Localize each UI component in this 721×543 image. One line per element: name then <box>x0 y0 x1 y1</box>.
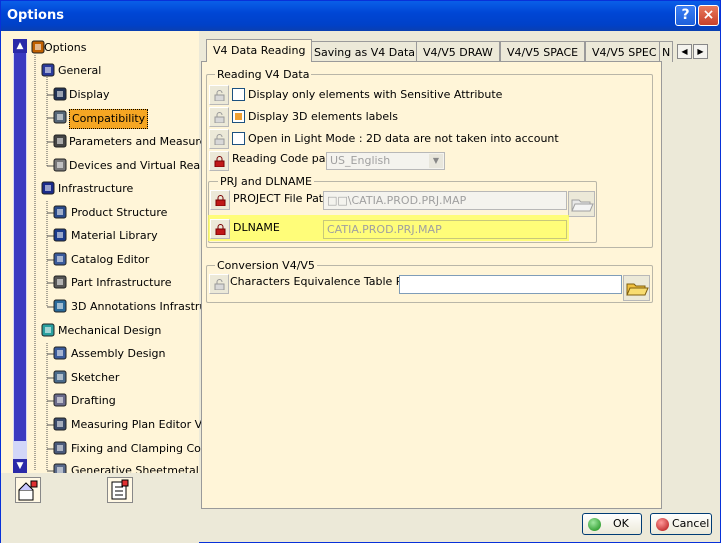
window-title: Options <box>7 8 64 23</box>
list-view-icon[interactable] <box>107 477 133 503</box>
chartable-path-field[interactable] <box>399 275 622 294</box>
general-icon <box>41 63 57 79</box>
tab-v4-data-reading[interactable]: V4 Data Reading <box>206 39 313 62</box>
locked-icon <box>215 224 226 235</box>
title-bar[interactable]: Options ? × <box>1 1 720 31</box>
chevron-down-icon[interactable]: ▼ <box>429 154 443 168</box>
scroll-up-button[interactable]: ▲ <box>13 39 27 53</box>
parameters-icon <box>53 134 69 150</box>
3d-annotations-icon <box>53 299 69 315</box>
dlname-lock-button[interactable] <box>210 219 230 239</box>
unlocked-icon <box>214 134 225 145</box>
tree-item-label: Product Structure <box>71 206 168 219</box>
labels3d-lock-button[interactable] <box>209 107 229 127</box>
catalog-editor-icon <box>53 252 69 268</box>
tree-bottom-toolbar <box>1 473 199 543</box>
scroll-down-button[interactable]: ▼ <box>13 459 27 473</box>
cancel-button[interactable]: Cancel <box>650 513 712 535</box>
prj-dlname-group-title: PRJ and DLNAME <box>218 175 315 188</box>
options-tree: Options General Display Compatibility Parame… <box>1 31 221 477</box>
tree-scrollbar[interactable]: ▲ ▼ <box>13 39 27 473</box>
tree-item-label: 3D Annotations Infrastruct <box>71 300 217 313</box>
codepage-value: US_English <box>330 154 391 167</box>
tree-item-label: General <box>58 64 102 77</box>
tree-item-label: Assembly Design <box>71 347 166 360</box>
lightmode-checkbox[interactable] <box>232 132 245 145</box>
tab-v4v5-spec[interactable]: V4/V5 SPEC <box>585 41 664 62</box>
sensitive-lock-button[interactable] <box>209 85 229 105</box>
display-icon <box>53 87 69 103</box>
ok-icon <box>588 518 601 531</box>
cancel-label: Cancel <box>672 517 710 530</box>
tree-item-label: Measuring Plan Editor V2 <box>71 418 210 431</box>
tree-item-label: Devices and Virtual Reality <box>69 159 218 172</box>
project-file-path-field[interactable]: □□\CATIA.PROD.PRJ.MAP <box>323 191 567 210</box>
measuring-plan-icon <box>53 417 69 433</box>
ok-button[interactable]: OK <box>582 513 642 535</box>
fixing-clamping-icon <box>53 441 69 457</box>
tree-item-label: Part Infrastructure <box>71 276 172 289</box>
tree-view-icon[interactable] <box>15 477 41 503</box>
tree-item-label: Mechanical Design <box>58 324 162 337</box>
help-button[interactable]: ? <box>675 5 696 26</box>
tree-item-label: Parameters and Measure <box>69 135 207 148</box>
tree-item-label: Options <box>44 41 87 54</box>
tab-scroll-left-button[interactable]: ◀ <box>677 44 692 59</box>
locked-icon <box>214 156 225 167</box>
project-lock-button[interactable] <box>210 190 230 210</box>
unlocked-icon <box>214 112 225 123</box>
project-file-path-label: PROJECT File Path <box>233 192 331 205</box>
dlname-field[interactable]: CATIA.PROD.PRJ.MAP <box>323 220 567 239</box>
unlocked-icon <box>214 279 225 290</box>
tab-v4v5-space[interactable]: V4/V5 SPACE <box>500 41 586 62</box>
part-infrastructure-icon <box>53 275 69 291</box>
codepage-combo[interactable]: US_English ▼ <box>326 152 445 170</box>
tab-v4v5-draw[interactable]: V4/V5 DRAW <box>416 41 500 62</box>
sensitive-attribute-label: Display only elements with Sensitive Att… <box>248 88 503 101</box>
tree-item-label: Infrastructure <box>58 182 134 195</box>
codepage-label: Reading Code page <box>232 152 340 165</box>
options-dialog: Options ? × Options General Display Comp… <box>0 0 721 543</box>
close-button[interactable]: × <box>698 5 719 26</box>
devices-icon <box>53 158 69 174</box>
drafting-icon <box>53 393 69 409</box>
infrastructure-icon <box>41 181 57 197</box>
dlname-label: DLNAME <box>233 221 280 234</box>
sketcher-icon <box>53 370 69 386</box>
tab-scroll-right-button[interactable]: ▶ <box>693 44 708 59</box>
ok-label: OK <box>613 517 629 530</box>
chartable-lock-button[interactable] <box>209 274 229 294</box>
tree-item-label: Display <box>69 88 110 101</box>
folder-icon <box>571 199 594 212</box>
tree-item-label: Catalog Editor <box>71 253 150 266</box>
product-structure-icon <box>53 205 69 221</box>
material-library-icon <box>53 228 69 244</box>
tree-item-label: Material Library <box>71 229 158 242</box>
tab-saving-as-v4-data[interactable]: Saving as V4 Data <box>307 41 422 62</box>
lightmode-lock-button[interactable] <box>209 129 229 149</box>
tree-item-label: Compatibility <box>69 109 149 129</box>
chartable-browse-button[interactable] <box>623 275 650 301</box>
tree-item-label: Sketcher <box>71 371 120 384</box>
tree-item-label: Fixing and Clamping Conce <box>71 442 221 455</box>
reading-v4-group-title: Reading V4 Data <box>215 68 312 81</box>
codepage-lock-button[interactable] <box>209 151 229 171</box>
assembly-design-icon <box>53 346 69 362</box>
cancel-icon <box>656 518 669 531</box>
mechanical-design-icon <box>41 323 57 339</box>
lightmode-label: Open in Light Mode : 2D data are not tak… <box>248 132 559 145</box>
project-browse-button[interactable] <box>568 191 595 217</box>
folder-icon <box>626 283 649 296</box>
chartable-label: Characters Equivalence Table Path <box>230 275 420 288</box>
sensitive-attribute-checkbox[interactable] <box>232 88 245 101</box>
unlocked-icon <box>214 90 225 101</box>
tab-overflow[interactable]: N <box>659 41 674 62</box>
conversion-group-title: Conversion V4/V5 <box>215 259 317 272</box>
scroll-thumb[interactable] <box>14 53 26 441</box>
labels3d-label: Display 3D elements labels <box>248 110 398 123</box>
labels3d-checkbox[interactable] <box>232 110 245 123</box>
locked-icon <box>215 195 226 206</box>
compatibility-icon <box>53 110 69 126</box>
tree-item-label: Drafting <box>71 394 116 407</box>
